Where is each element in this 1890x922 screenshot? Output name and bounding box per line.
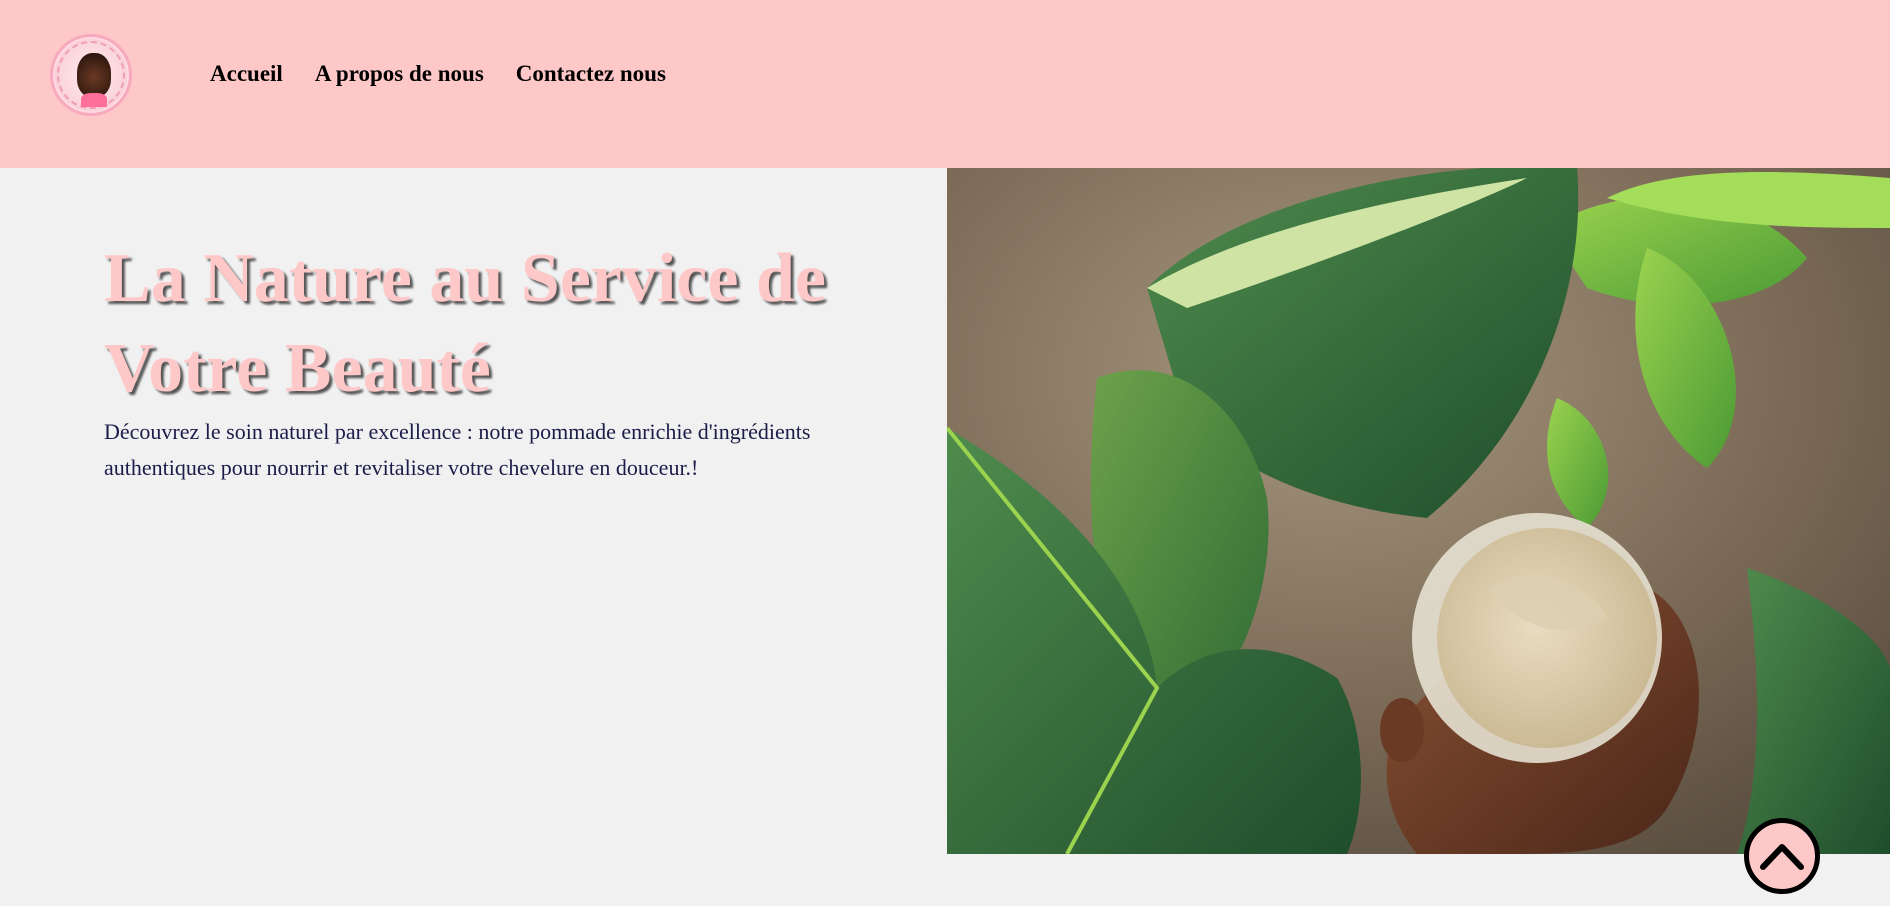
hero-image — [947, 168, 1890, 854]
page-footer-edge — [0, 906, 1890, 922]
scroll-to-top-button[interactable] — [1744, 818, 1820, 894]
nav-link-contact[interactable]: Contactez nous — [516, 58, 666, 90]
nav-link-a-propos[interactable]: A propos de nous — [315, 58, 484, 90]
chevron-up-icon — [1760, 844, 1804, 870]
site-header: Accueil A propos de nous Contactez nous — [0, 0, 1890, 168]
hero-photo-illustration — [947, 168, 1890, 854]
main-nav: Accueil A propos de nous Contactez nous — [210, 58, 666, 90]
logo-portrait — [77, 53, 111, 97]
hero-description: Découvrez le soin naturel par excellence… — [104, 419, 811, 480]
hero-title: La Nature au Service de Votre Beauté — [104, 240, 826, 407]
nav-link-accueil[interactable]: Accueil — [210, 58, 283, 90]
logo-portrait-shirt — [81, 93, 107, 107]
brand-logo[interactable] — [50, 34, 132, 116]
